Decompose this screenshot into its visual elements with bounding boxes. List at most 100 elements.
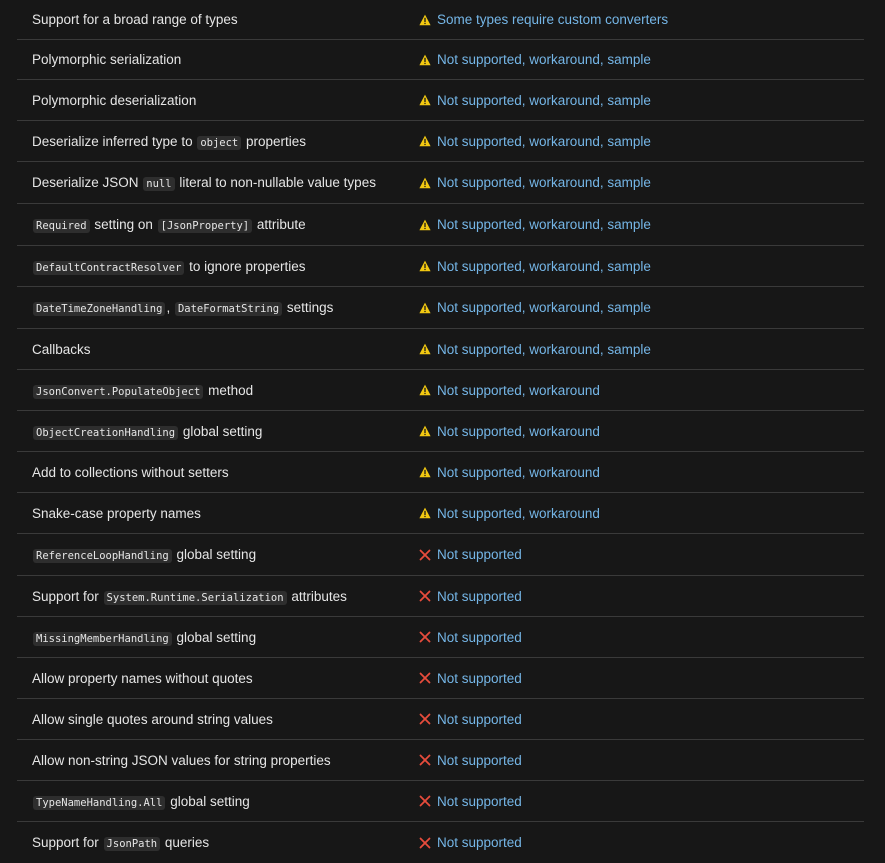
inline-code: JsonPath	[103, 837, 161, 851]
status-link[interactable]: Not supported, workaround	[437, 465, 600, 480]
feature-text: DateTimeZoneHandling, DateFormatString s…	[32, 300, 333, 316]
feature-text: Allow non-string JSON values for string …	[32, 753, 331, 768]
warning-icon	[419, 94, 431, 106]
feature-label-segment: Allow non-string JSON values for string …	[32, 752, 331, 768]
status-cell: Not supported, workaround, sample	[419, 121, 651, 161]
status-cell: Not supported, workaround, sample	[419, 40, 651, 79]
status-link[interactable]: Not supported, workaround, sample	[437, 52, 651, 67]
feature-comparison-table: Support for a broad range of types Some t…	[0, 0, 885, 863]
feature-cell: Deserialize inferred type to object prop…	[32, 121, 306, 161]
status-cell: Not supported	[419, 617, 522, 657]
feature-text: Snake-case property names	[32, 506, 201, 521]
feature-text: MissingMemberHandling global setting	[32, 629, 257, 646]
feature-label-segment: queries	[161, 835, 210, 850]
status-cell: Not supported	[419, 781, 522, 821]
feature-text: DefaultContractResolver to ignore proper…	[32, 259, 305, 275]
feature-label-segment: global setting	[172, 629, 257, 645]
feature-label-segment: Allow property names without quotes	[32, 670, 253, 686]
feature-label-segment: ,	[166, 300, 174, 315]
status-link[interactable]: Not supported	[437, 753, 522, 768]
table-row: DateTimeZoneHandling, DateFormatString s…	[17, 287, 864, 329]
status-cell: Not supported, workaround	[419, 370, 600, 410]
feature-cell: Polymorphic deserialization	[32, 80, 196, 120]
feature-text: TypeNameHandling.All global setting	[32, 794, 250, 810]
feature-cell: TypeNameHandling.All global setting	[32, 781, 250, 821]
x-icon	[419, 549, 431, 561]
x-icon	[419, 672, 431, 684]
feature-cell: Add to collections without setters	[32, 452, 229, 492]
feature-label-segment: Deserialize JSON	[32, 175, 143, 190]
feature-text: Deserialize inferred type to object prop…	[32, 133, 307, 150]
status-link[interactable]: Not supported, workaround, sample	[437, 134, 651, 149]
warning-icon	[419, 14, 431, 26]
status-link[interactable]: Not supported, workaround, sample	[437, 93, 651, 108]
status-cell: Not supported, workaround	[419, 493, 600, 533]
feature-text: Support for System.Runtime.Serialization…	[32, 588, 347, 605]
warning-icon	[419, 507, 431, 519]
warning-icon	[419, 135, 431, 147]
inline-code: MissingMemberHandling	[33, 631, 172, 646]
inline-code: JsonConvert.PopulateObject	[33, 384, 204, 399]
status-link[interactable]: Not supported, workaround, sample	[437, 259, 651, 274]
status-cell: Not supported, workaround, sample	[419, 246, 651, 286]
table-row: Polymorphic deserialization Not supported…	[17, 80, 864, 121]
status-link[interactable]: Not supported, workaround, sample	[437, 217, 651, 232]
x-icon	[419, 837, 431, 849]
feature-label-segment: Deserialize inferred type to	[32, 133, 197, 149]
table-row: Add to collections without setters Not su…	[17, 452, 864, 493]
x-icon	[419, 795, 431, 807]
status-cell: Not supported	[419, 740, 522, 780]
table-row: Allow single quotes around string values…	[17, 699, 864, 740]
feature-text: Polymorphic deserialization	[32, 93, 196, 108]
feature-cell: Callbacks	[32, 329, 91, 369]
status-link[interactable]: Not supported	[437, 835, 522, 850]
feature-text: ReferenceLoopHandling global setting	[32, 547, 256, 563]
inline-code: object	[197, 135, 242, 150]
table-row: Deserialize JSON null literal to non-nul…	[17, 162, 864, 204]
status-cell: Not supported	[419, 534, 522, 575]
status-link[interactable]: Not supported	[437, 712, 522, 727]
status-link[interactable]: Not supported	[437, 547, 522, 562]
feature-label-segment: Callbacks	[32, 341, 91, 357]
inline-code: System.Runtime.Serialization	[103, 590, 287, 605]
status-link[interactable]: Not supported	[437, 671, 522, 686]
status-cell: Not supported	[419, 658, 522, 698]
feature-text: Allow single quotes around string values	[32, 712, 273, 727]
status-cell: Not supported, workaround, sample	[419, 162, 651, 203]
warning-icon	[419, 260, 431, 272]
feature-label-segment: Support for	[32, 588, 103, 604]
status-cell: Not supported	[419, 822, 522, 863]
feature-label-segment: Allow single quotes around string values	[32, 711, 273, 727]
table-row: Support for JsonPath queries Not supporte…	[17, 822, 864, 863]
status-link[interactable]: Not supported, workaround	[437, 383, 600, 398]
feature-cell: Snake-case property names	[32, 493, 201, 533]
status-link[interactable]: Not supported, workaround, sample	[437, 300, 651, 315]
feature-label-segment: Support for a broad range of types	[32, 12, 238, 27]
feature-text: Callbacks	[32, 342, 91, 357]
feature-label-segment: Support for	[32, 835, 103, 850]
table-row: TypeNameHandling.All global setting Not s…	[17, 781, 864, 822]
table-row: ObjectCreationHandling global setting Not…	[17, 411, 864, 452]
inline-code: null	[143, 177, 175, 191]
feature-cell: MissingMemberHandling global setting	[32, 617, 256, 657]
status-link[interactable]: Not supported, workaround	[437, 506, 600, 521]
status-cell: Not supported, workaround, sample	[419, 80, 651, 120]
inline-code: ObjectCreationHandling	[33, 425, 179, 440]
x-icon	[419, 590, 431, 602]
status-link[interactable]: Not supported	[437, 630, 522, 645]
status-link[interactable]: Not supported, workaround	[437, 424, 600, 439]
table-row: JsonConvert.PopulateObject method Not sup…	[17, 370, 864, 411]
table-row: Deserialize inferred type to object prop…	[17, 121, 864, 162]
status-link[interactable]: Not supported	[437, 589, 522, 604]
status-link[interactable]: Not supported, workaround, sample	[437, 342, 651, 357]
feature-cell: Deserialize JSON null literal to non-nul…	[32, 162, 376, 203]
status-link[interactable]: Not supported, workaround, sample	[437, 175, 651, 190]
table-row: Support for System.Runtime.Serialization…	[17, 576, 864, 617]
status-link[interactable]: Some types require custom converters	[437, 12, 668, 27]
feature-cell: Support for System.Runtime.Serialization…	[32, 576, 347, 616]
status-link[interactable]: Not supported	[437, 794, 522, 809]
feature-label-segment: properties	[242, 133, 307, 149]
status-cell: Not supported, workaround, sample	[419, 329, 651, 369]
feature-label-segment: attributes	[287, 588, 347, 604]
feature-text: Allow property names without quotes	[32, 671, 253, 686]
